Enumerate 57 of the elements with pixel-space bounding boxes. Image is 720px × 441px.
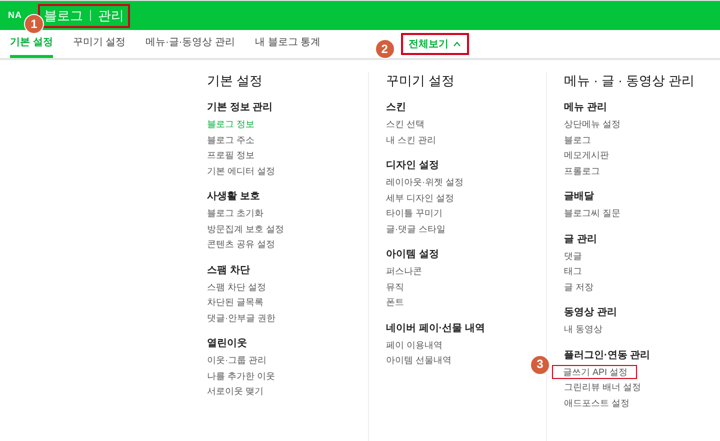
- menu-link[interactable]: 상단메뉴 설정: [564, 119, 621, 129]
- menu-link[interactable]: 댓글: [564, 250, 582, 260]
- section-heading: 글배달: [564, 190, 595, 204]
- section-heading: 글 관리: [564, 232, 598, 246]
- menu-link[interactable]: 방문집계 보호 설정: [207, 224, 284, 234]
- menu-link[interactable]: 댓글·안부글 권한: [207, 312, 276, 322]
- section-heading: 아이템 설정: [386, 248, 440, 262]
- menu-link[interactable]: 타이틀 꾸미기: [386, 208, 443, 218]
- menu-link[interactable]: 블로그: [564, 134, 591, 144]
- menu-link[interactable]: 애드포스트 설정: [564, 398, 630, 408]
- section-heading: 사생활 보호: [207, 190, 261, 204]
- section-heading: 메뉴 관리: [564, 101, 608, 115]
- tab[interactable]: 꾸미기 설정: [72, 30, 126, 58]
- menu-link[interactable]: 글 저장: [564, 282, 594, 292]
- column-title: 기본 설정: [207, 72, 264, 90]
- menu-link[interactable]: 스킨 선택: [386, 119, 425, 129]
- menu-link[interactable]: 기본 에디터 설정: [207, 166, 276, 176]
- menu-link[interactable]: 글쓰기 API 설정: [552, 364, 637, 378]
- menu-link[interactable]: 나를 추가한 이웃: [207, 370, 276, 380]
- menu-link[interactable]: 블로그씨 질문: [564, 208, 621, 218]
- menu-link[interactable]: 내 동영상: [564, 324, 603, 334]
- menu-link[interactable]: 서로이웃 맺기: [207, 386, 264, 396]
- menu-link[interactable]: 프로필 정보: [207, 150, 255, 160]
- menu-link[interactable]: 블로그 초기화: [207, 208, 264, 218]
- menu-link[interactable]: 아이템 선물내역: [386, 355, 452, 365]
- menu-link[interactable]: 세부 디자인 설정: [386, 192, 454, 202]
- menu-link[interactable]: 스팸 차단 설정: [207, 282, 266, 292]
- menu-link[interactable]: 뮤직: [386, 282, 404, 292]
- section-heading: 플러그인·연동 관리: [564, 348, 652, 362]
- menu-link[interactable]: 메모게시판: [564, 150, 609, 160]
- column-title: 꾸미기 설정: [386, 72, 456, 90]
- section-heading: 동영상 관리: [564, 306, 618, 320]
- menu-link[interactable]: 내 스킨 관리: [386, 134, 436, 144]
- menu-link[interactable]: 블로그 주소: [207, 134, 255, 144]
- menu-link[interactable]: 그린리뷰 배너 설정: [564, 382, 642, 392]
- menu-link[interactable]: 레이아웃·위젯 설정: [386, 177, 464, 187]
- section-heading: 디자인 설정: [386, 159, 440, 173]
- section-heading: 스팸 차단: [207, 264, 251, 278]
- menu-link[interactable]: 폰트: [386, 297, 404, 307]
- menu-link[interactable]: 페이 이용내역: [386, 340, 443, 350]
- tab[interactable]: 내 블로그 통계: [255, 30, 321, 58]
- menu-link[interactable]: 태그: [564, 266, 582, 276]
- annotation-marker: 3: [530, 354, 550, 374]
- menu-link[interactable]: 글·댓글 스타일: [386, 224, 446, 234]
- section-heading: 열린이웃: [207, 337, 248, 351]
- annotation-marker: 1: [24, 14, 44, 34]
- menu-link[interactable]: 차단된 글목록: [207, 297, 264, 307]
- tab[interactable]: 메뉴·글·동영상 관리: [146, 30, 236, 58]
- column-title: 메뉴 · 글 · 동영상 관리: [564, 72, 696, 90]
- section-heading: 네이버 페이·선물 내역: [386, 322, 486, 336]
- menu-link[interactable]: 프롤로그: [564, 166, 600, 176]
- annotation-marker: 2: [374, 39, 395, 59]
- menu-link[interactable]: 퍼스나콘: [386, 266, 422, 276]
- section-heading: 스킨: [386, 101, 407, 115]
- section-heading: 기본 정보 관리: [207, 101, 274, 115]
- menu-link[interactable]: 이웃·그룹 관리: [207, 355, 266, 365]
- menu-link[interactable]: 콘텐츠 공유 설정: [207, 239, 276, 249]
